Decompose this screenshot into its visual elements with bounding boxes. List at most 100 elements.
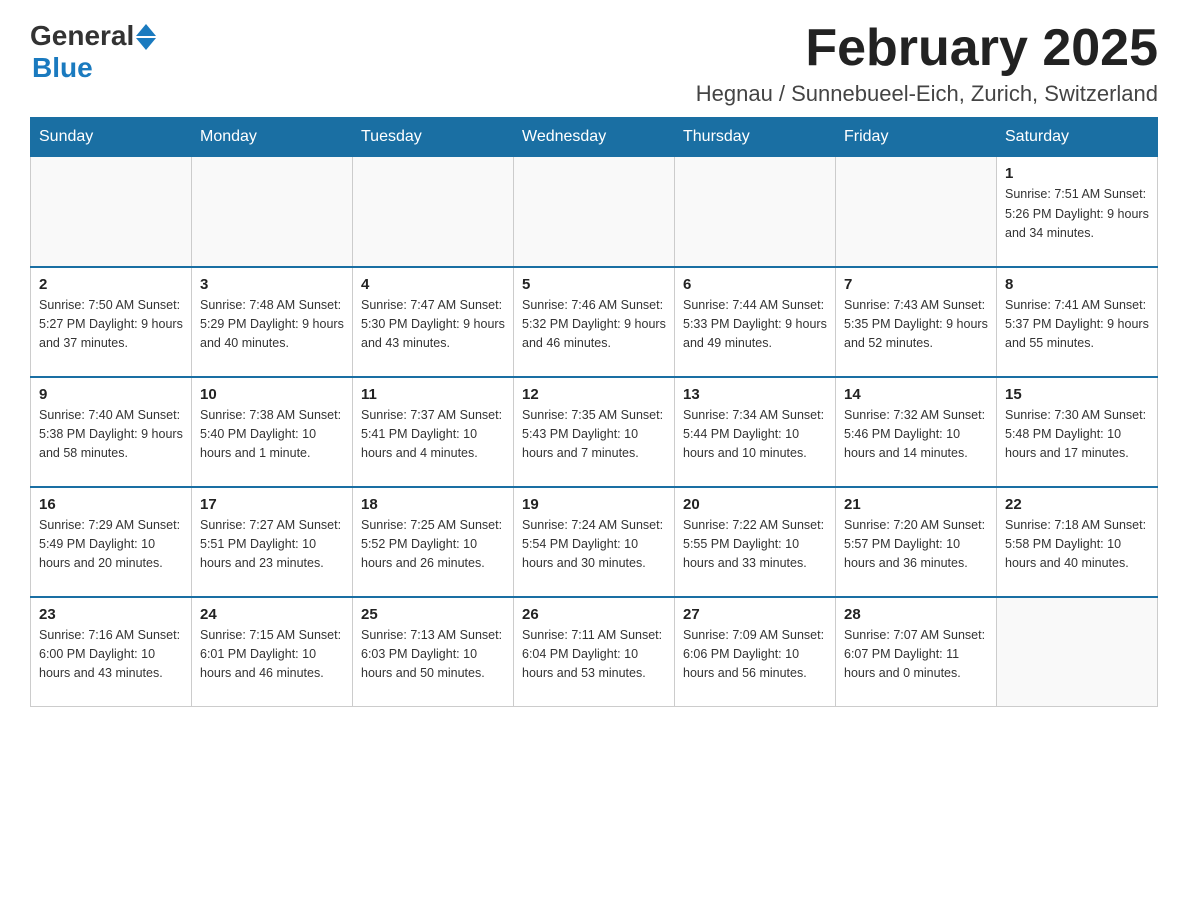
day-info: Sunrise: 7:48 AM Sunset: 5:29 PM Dayligh… <box>200 296 344 354</box>
page-header: General Blue February 2025 Hegnau / Sunn… <box>30 20 1158 107</box>
calendar-day-cell: 3 Sunrise: 7:48 AM Sunset: 5:29 PM Daylig… <box>192 267 353 377</box>
calendar-day-cell <box>514 157 675 267</box>
calendar-week-row: 1 Sunrise: 7:51 AM Sunset: 5:26 PM Daylig… <box>31 157 1158 267</box>
day-number: 11 <box>361 386 505 403</box>
calendar-day-cell: 22 Sunrise: 7:18 AM Sunset: 5:58 PM Dayli… <box>997 487 1158 597</box>
calendar-week-row: 2 Sunrise: 7:50 AM Sunset: 5:27 PM Daylig… <box>31 267 1158 377</box>
day-info: Sunrise: 7:41 AM Sunset: 5:37 PM Dayligh… <box>1005 296 1149 354</box>
day-number: 3 <box>200 276 344 293</box>
calendar-day-cell: 26 Sunrise: 7:11 AM Sunset: 6:04 PM Dayli… <box>514 597 675 707</box>
calendar-title: February 2025 <box>696 20 1158 77</box>
weekday-header-sunday: Sunday <box>31 118 192 157</box>
calendar-day-cell: 4 Sunrise: 7:47 AM Sunset: 5:30 PM Daylig… <box>353 267 514 377</box>
day-number: 22 <box>1005 496 1149 513</box>
day-number: 6 <box>683 276 827 293</box>
day-number: 27 <box>683 606 827 623</box>
calendar-day-cell: 15 Sunrise: 7:30 AM Sunset: 5:48 PM Dayli… <box>997 377 1158 487</box>
day-info: Sunrise: 7:25 AM Sunset: 5:52 PM Dayligh… <box>361 516 505 574</box>
calendar-day-cell: 9 Sunrise: 7:40 AM Sunset: 5:38 PM Daylig… <box>31 377 192 487</box>
calendar-day-cell: 16 Sunrise: 7:29 AM Sunset: 5:49 PM Dayli… <box>31 487 192 597</box>
calendar-day-cell: 8Sunrise: 7:41 AM Sunset: 5:37 PM Daylig… <box>997 267 1158 377</box>
calendar-week-row: 9 Sunrise: 7:40 AM Sunset: 5:38 PM Daylig… <box>31 377 1158 487</box>
calendar-day-cell <box>836 157 997 267</box>
day-info: Sunrise: 7:37 AM Sunset: 5:41 PM Dayligh… <box>361 406 505 464</box>
day-info: Sunrise: 7:09 AM Sunset: 6:06 PM Dayligh… <box>683 626 827 684</box>
calendar-day-cell <box>31 157 192 267</box>
day-info: Sunrise: 7:11 AM Sunset: 6:04 PM Dayligh… <box>522 626 666 684</box>
day-info: Sunrise: 7:38 AM Sunset: 5:40 PM Dayligh… <box>200 406 344 464</box>
calendar-day-cell: 18 Sunrise: 7:25 AM Sunset: 5:52 PM Dayli… <box>353 487 514 597</box>
calendar-day-cell: 12Sunrise: 7:35 AM Sunset: 5:43 PM Dayli… <box>514 377 675 487</box>
day-info: Sunrise: 7:16 AM Sunset: 6:00 PM Dayligh… <box>39 626 183 684</box>
calendar-day-cell <box>675 157 836 267</box>
calendar-day-cell <box>353 157 514 267</box>
weekday-header-saturday: Saturday <box>997 118 1158 157</box>
logo-bottom-arrow <box>136 38 156 50</box>
day-info: Sunrise: 7:34 AM Sunset: 5:44 PM Dayligh… <box>683 406 827 464</box>
title-section: February 2025 Hegnau / Sunnebueel-Eich, … <box>696 20 1158 107</box>
day-info: Sunrise: 7:18 AM Sunset: 5:58 PM Dayligh… <box>1005 516 1149 574</box>
day-number: 21 <box>844 496 988 513</box>
day-number: 7 <box>844 276 988 293</box>
day-info: Sunrise: 7:20 AM Sunset: 5:57 PM Dayligh… <box>844 516 988 574</box>
calendar-day-cell: 7 Sunrise: 7:43 AM Sunset: 5:35 PM Daylig… <box>836 267 997 377</box>
day-number: 16 <box>39 496 183 513</box>
day-info: Sunrise: 7:13 AM Sunset: 6:03 PM Dayligh… <box>361 626 505 684</box>
day-number: 17 <box>200 496 344 513</box>
calendar-day-cell: 24 Sunrise: 7:15 AM Sunset: 6:01 PM Dayli… <box>192 597 353 707</box>
day-info: Sunrise: 7:40 AM Sunset: 5:38 PM Dayligh… <box>39 406 183 464</box>
day-info: Sunrise: 7:46 AM Sunset: 5:32 PM Dayligh… <box>522 296 666 354</box>
day-info: Sunrise: 7:44 AM Sunset: 5:33 PM Dayligh… <box>683 296 827 354</box>
day-number: 1 <box>1005 165 1149 182</box>
logo-top-arrow <box>136 24 156 36</box>
weekday-header-tuesday: Tuesday <box>353 118 514 157</box>
day-info: Sunrise: 7:47 AM Sunset: 5:30 PM Dayligh… <box>361 296 505 354</box>
calendar-week-row: 16 Sunrise: 7:29 AM Sunset: 5:49 PM Dayli… <box>31 487 1158 597</box>
day-number: 23 <box>39 606 183 623</box>
calendar-subtitle: Hegnau / Sunnebueel-Eich, Zurich, Switze… <box>696 81 1158 107</box>
day-number: 9 <box>39 386 183 403</box>
day-info: Sunrise: 7:27 AM Sunset: 5:51 PM Dayligh… <box>200 516 344 574</box>
weekday-header-friday: Friday <box>836 118 997 157</box>
day-number: 25 <box>361 606 505 623</box>
logo: General Blue <box>30 20 156 84</box>
day-info: Sunrise: 7:50 AM Sunset: 5:27 PM Dayligh… <box>39 296 183 354</box>
day-info: Sunrise: 7:15 AM Sunset: 6:01 PM Dayligh… <box>200 626 344 684</box>
calendar-day-cell: 13 Sunrise: 7:34 AM Sunset: 5:44 PM Dayli… <box>675 377 836 487</box>
day-info: Sunrise: 7:51 AM Sunset: 5:26 PM Dayligh… <box>1005 185 1149 243</box>
weekday-header-wednesday: Wednesday <box>514 118 675 157</box>
calendar-table: SundayMondayTuesdayWednesdayThursdayFrid… <box>30 117 1158 707</box>
day-info: Sunrise: 7:30 AM Sunset: 5:48 PM Dayligh… <box>1005 406 1149 464</box>
day-number: 26 <box>522 606 666 623</box>
day-number: 15 <box>1005 386 1149 403</box>
calendar-day-cell <box>997 597 1158 707</box>
weekday-header-thursday: Thursday <box>675 118 836 157</box>
calendar-day-cell: 21 Sunrise: 7:20 AM Sunset: 5:57 PM Dayli… <box>836 487 997 597</box>
calendar-day-cell: 17 Sunrise: 7:27 AM Sunset: 5:51 PM Dayli… <box>192 487 353 597</box>
calendar-week-row: 23 Sunrise: 7:16 AM Sunset: 6:00 PM Dayli… <box>31 597 1158 707</box>
day-info: Sunrise: 7:43 AM Sunset: 5:35 PM Dayligh… <box>844 296 988 354</box>
calendar-day-cell: 25 Sunrise: 7:13 AM Sunset: 6:03 PM Dayli… <box>353 597 514 707</box>
weekday-header-monday: Monday <box>192 118 353 157</box>
day-info: Sunrise: 7:35 AM Sunset: 5:43 PM Dayligh… <box>522 406 666 464</box>
calendar-day-cell: 5 Sunrise: 7:46 AM Sunset: 5:32 PM Daylig… <box>514 267 675 377</box>
day-number: 19 <box>522 496 666 513</box>
day-number: 14 <box>844 386 988 403</box>
day-info: Sunrise: 7:07 AM Sunset: 6:07 PM Dayligh… <box>844 626 988 684</box>
day-number: 13 <box>683 386 827 403</box>
day-number: 18 <box>361 496 505 513</box>
day-number: 24 <box>200 606 344 623</box>
day-info: Sunrise: 7:32 AM Sunset: 5:46 PM Dayligh… <box>844 406 988 464</box>
calendar-day-cell: 6 Sunrise: 7:44 AM Sunset: 5:33 PM Daylig… <box>675 267 836 377</box>
day-number: 2 <box>39 276 183 293</box>
calendar-day-cell: 1 Sunrise: 7:51 AM Sunset: 5:26 PM Daylig… <box>997 157 1158 267</box>
calendar-day-cell: 10Sunrise: 7:38 AM Sunset: 5:40 PM Dayli… <box>192 377 353 487</box>
logo-text-blue: Blue <box>32 52 93 84</box>
calendar-day-cell: 27 Sunrise: 7:09 AM Sunset: 6:06 PM Dayli… <box>675 597 836 707</box>
day-number: 4 <box>361 276 505 293</box>
calendar-day-cell: 19Sunrise: 7:24 AM Sunset: 5:54 PM Dayli… <box>514 487 675 597</box>
logo-text-general: General <box>30 20 134 52</box>
day-number: 5 <box>522 276 666 293</box>
day-number: 20 <box>683 496 827 513</box>
day-info: Sunrise: 7:29 AM Sunset: 5:49 PM Dayligh… <box>39 516 183 574</box>
